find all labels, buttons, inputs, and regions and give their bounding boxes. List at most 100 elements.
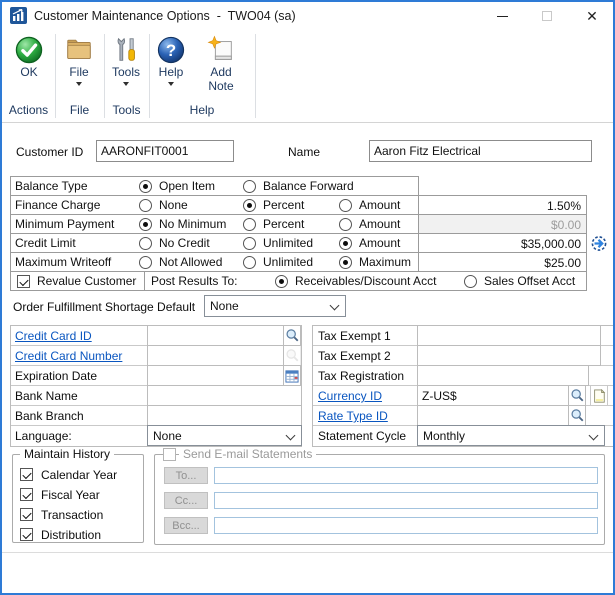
left-detail-table: Credit Card ID Credit Card Number Expira… bbox=[10, 325, 302, 447]
bank-branch-label: Bank Branch bbox=[15, 409, 84, 423]
currency-id-row: Currency ID Z-US$ bbox=[313, 386, 613, 406]
radio-writeoff-maximum-label[interactable]: Maximum bbox=[359, 255, 411, 269]
bank-branch-field[interactable] bbox=[147, 405, 302, 426]
radio-minimum-percent[interactable] bbox=[243, 218, 256, 231]
finance-charge-value-field[interactable]: 1.50% bbox=[418, 195, 587, 215]
bank-branch-row: Bank Branch bbox=[11, 406, 301, 426]
customer-name-field[interactable]: Aaron Fitz Electrical bbox=[369, 140, 592, 162]
radio-finance-amount-label[interactable]: Amount bbox=[359, 198, 400, 212]
calendar-year-label[interactable]: Calendar Year bbox=[41, 468, 117, 482]
maximum-writeoff-value-field[interactable]: $25.00 bbox=[418, 252, 587, 272]
statement-cycle-label: Statement Cycle bbox=[318, 429, 406, 443]
credit-card-id-link[interactable]: Credit Card ID bbox=[15, 329, 92, 343]
calendar-icon bbox=[285, 369, 299, 383]
help-button[interactable]: ? Help bbox=[151, 35, 191, 86]
close-button[interactable]: ✕ bbox=[576, 2, 608, 30]
statement-cycle-row: Statement Cycle Monthly bbox=[313, 426, 613, 446]
to-button: To... bbox=[164, 467, 208, 484]
radio-finance-none[interactable] bbox=[139, 199, 152, 212]
radio-writeoff-unlimited[interactable] bbox=[243, 256, 256, 269]
right-detail-table: Tax Exempt 1 Tax Exempt 2 Tax Registrati… bbox=[312, 325, 614, 447]
fiscal-year-label[interactable]: Fiscal Year bbox=[41, 488, 100, 502]
rate-type-id-field[interactable] bbox=[417, 405, 569, 426]
close-icon: ✕ bbox=[586, 9, 598, 23]
language-label: Language: bbox=[15, 429, 72, 443]
magnifier-icon bbox=[570, 408, 585, 423]
credit-card-number-row: Credit Card Number bbox=[11, 346, 301, 366]
radio-no-minimum[interactable] bbox=[139, 218, 152, 231]
minimum-payment-row: Minimum Payment No Minimum Percent Amoun… bbox=[10, 214, 419, 234]
statement-cycle-dropdown[interactable]: Monthly bbox=[417, 425, 605, 446]
tax-exempt-1-field[interactable] bbox=[417, 325, 601, 346]
tax-exempt-2-row: Tax Exempt 2 bbox=[313, 346, 613, 366]
radio-writeoff-unlimited-label[interactable]: Unlimited bbox=[263, 255, 313, 269]
currency-id-link[interactable]: Currency ID bbox=[318, 389, 382, 403]
maximize-icon bbox=[542, 11, 552, 21]
tax-exempt-2-field[interactable] bbox=[417, 345, 601, 366]
radio-credit-amount[interactable] bbox=[339, 237, 352, 250]
radio-credit-unlimited-label[interactable]: Unlimited bbox=[263, 236, 313, 250]
rate-type-id-link[interactable]: Rate Type ID bbox=[318, 409, 388, 423]
radio-open-item[interactable] bbox=[139, 180, 152, 193]
radio-sales-offset-acct[interactable] bbox=[464, 275, 477, 288]
radio-receivables-discount-acct[interactable] bbox=[275, 275, 288, 288]
credit-card-number-field[interactable] bbox=[147, 345, 284, 366]
radio-writeoff-maximum[interactable] bbox=[339, 256, 352, 269]
add-note-button[interactable]: Add Note bbox=[193, 35, 249, 93]
transaction-checkbox[interactable] bbox=[20, 508, 33, 521]
radio-balance-forward-label[interactable]: Balance Forward bbox=[263, 179, 354, 193]
customer-id-field[interactable]: AARONFIT0001 bbox=[96, 140, 234, 162]
radio-balance-forward[interactable] bbox=[243, 180, 256, 193]
credit-limit-expansion-button[interactable] bbox=[591, 235, 608, 252]
radio-no-credit[interactable] bbox=[139, 237, 152, 250]
radio-finance-percent-label[interactable]: Percent bbox=[263, 198, 304, 212]
radio-no-minimum-label[interactable]: No Minimum bbox=[159, 217, 226, 231]
tax-exempt-1-label: Tax Exempt 1 bbox=[318, 329, 391, 343]
radio-credit-unlimited[interactable] bbox=[243, 237, 256, 250]
radio-minimum-amount[interactable] bbox=[339, 218, 352, 231]
expiration-date-row: Expiration Date bbox=[11, 366, 301, 386]
radio-receivables-discount-acct-label[interactable]: Receivables/Discount Acct bbox=[295, 274, 436, 288]
revalue-customer-label[interactable]: Revalue Customer bbox=[37, 274, 136, 288]
bank-name-field[interactable] bbox=[147, 385, 302, 406]
fiscal-year-checkbox[interactable] bbox=[20, 488, 33, 501]
radio-finance-amount[interactable] bbox=[339, 199, 352, 212]
rate-type-id-lookup-button[interactable] bbox=[568, 405, 586, 426]
radio-open-item-label[interactable]: Open Item bbox=[159, 179, 215, 193]
radio-credit-amount-label[interactable]: Amount bbox=[359, 236, 400, 250]
order-fulfillment-label: Order Fulfillment Shortage Default bbox=[13, 300, 195, 314]
distribution-label[interactable]: Distribution bbox=[41, 528, 101, 542]
radio-no-credit-label[interactable]: No Credit bbox=[159, 236, 210, 250]
radio-sales-offset-acct-label[interactable]: Sales Offset Acct bbox=[484, 274, 575, 288]
file-button[interactable]: File bbox=[58, 35, 100, 86]
expiration-date-field[interactable] bbox=[147, 365, 284, 386]
chevron-down-icon bbox=[76, 82, 82, 86]
credit-card-id-lookup-button[interactable] bbox=[283, 325, 301, 346]
radio-not-allowed[interactable] bbox=[139, 256, 152, 269]
tools-button[interactable]: Tools bbox=[105, 35, 147, 86]
calendar-year-checkbox[interactable] bbox=[20, 468, 33, 481]
order-fulfillment-dropdown[interactable]: None bbox=[204, 295, 346, 317]
radio-finance-percent[interactable] bbox=[243, 199, 256, 212]
tax-exempt-1-row: Tax Exempt 1 bbox=[313, 326, 613, 346]
radio-minimum-percent-label[interactable]: Percent bbox=[263, 217, 304, 231]
credit-card-id-field[interactable] bbox=[147, 325, 284, 346]
radio-finance-none-label[interactable]: None bbox=[159, 198, 188, 212]
radio-not-allowed-label[interactable]: Not Allowed bbox=[159, 255, 222, 269]
minimize-button[interactable] bbox=[486, 2, 518, 30]
currency-id-field[interactable]: Z-US$ bbox=[417, 385, 569, 406]
currency-id-lookup-button[interactable] bbox=[568, 385, 586, 406]
language-dropdown[interactable]: None bbox=[147, 425, 302, 446]
transaction-label[interactable]: Transaction bbox=[41, 508, 103, 522]
tax-registration-field[interactable] bbox=[417, 365, 589, 386]
customer-id-label: Customer ID bbox=[16, 145, 83, 159]
expiration-date-calendar-button[interactable] bbox=[283, 365, 301, 386]
revalue-customer-checkbox[interactable] bbox=[17, 275, 30, 288]
distribution-checkbox[interactable] bbox=[20, 528, 33, 541]
currency-note-button[interactable] bbox=[590, 385, 608, 406]
radio-minimum-amount-label[interactable]: Amount bbox=[359, 217, 400, 231]
credit-card-number-link[interactable]: Credit Card Number bbox=[15, 349, 122, 363]
bank-name-label: Bank Name bbox=[15, 389, 78, 403]
credit-limit-value-field[interactable]: $35,000.00 bbox=[418, 233, 587, 253]
ok-button[interactable]: OK bbox=[7, 35, 51, 79]
